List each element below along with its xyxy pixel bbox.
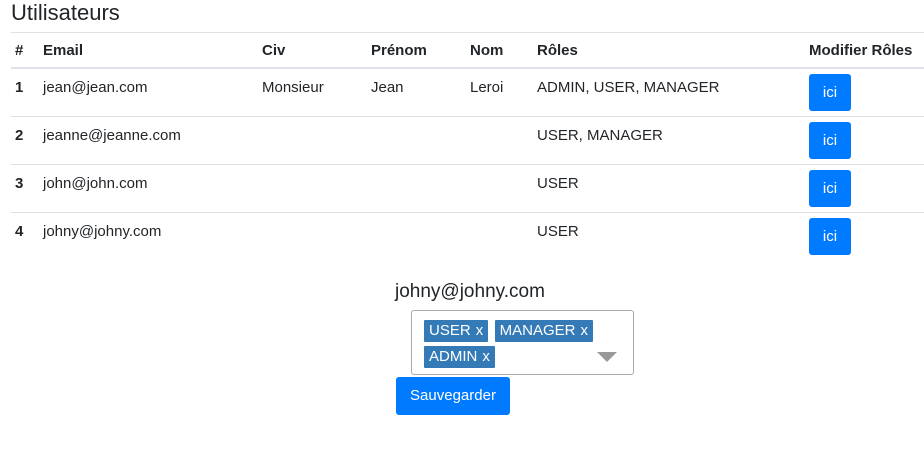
row-civ: Monsieur bbox=[258, 67, 367, 116]
edit-roles-button[interactable]: ici bbox=[809, 217, 851, 255]
row-roles: ADMIN, USER, MANAGER bbox=[533, 67, 805, 116]
row-email: jean@jean.com bbox=[39, 67, 258, 116]
row-civ bbox=[258, 211, 367, 260]
row-roles: USER bbox=[533, 211, 805, 260]
row-action-cell: ici bbox=[805, 115, 924, 164]
col-header-email: Email bbox=[39, 32, 258, 69]
row-index: 1 bbox=[11, 67, 39, 116]
col-header-prenom: Prénom bbox=[367, 32, 466, 69]
row-prenom bbox=[367, 211, 466, 260]
remove-tag-icon[interactable]: x bbox=[580, 322, 588, 339]
row-prenom: Jean bbox=[367, 67, 466, 116]
row-email: john@john.com bbox=[39, 163, 258, 212]
selected-user-email: johny@johny.com bbox=[395, 281, 545, 302]
users-table: # Email Civ Prénom Nom Rôles Modifier Rô… bbox=[11, 32, 924, 260]
row-index: 3 bbox=[11, 163, 39, 212]
table-row: 3 john@john.com USER ici bbox=[11, 163, 924, 212]
remove-tag-icon[interactable]: x bbox=[482, 348, 490, 365]
row-civ bbox=[258, 163, 367, 212]
row-nom bbox=[466, 163, 533, 212]
col-header-civ: Civ bbox=[258, 32, 367, 69]
row-index: 4 bbox=[11, 211, 39, 260]
row-index: 2 bbox=[11, 115, 39, 164]
col-header-index: # bbox=[11, 32, 39, 69]
row-nom: Leroi bbox=[466, 67, 533, 116]
col-header-roles: Rôles bbox=[533, 32, 805, 69]
row-action-cell: ici bbox=[805, 67, 924, 116]
table-row: 1 jean@jean.com Monsieur Jean Leroi ADMI… bbox=[11, 67, 924, 116]
edit-roles-button[interactable]: ici bbox=[809, 169, 851, 207]
row-email: johny@johny.com bbox=[39, 211, 258, 260]
row-nom bbox=[466, 115, 533, 164]
row-civ bbox=[258, 115, 367, 164]
row-action-cell: ici bbox=[805, 163, 924, 212]
col-header-modify-roles: Modifier Rôles bbox=[805, 32, 924, 69]
row-action-cell: ici bbox=[805, 211, 924, 260]
edit-roles-button[interactable]: ici bbox=[809, 121, 851, 159]
dropdown-arrow-icon[interactable] bbox=[597, 352, 617, 362]
role-tag-label: USER bbox=[429, 322, 471, 339]
role-tag-manager: MANAGER x bbox=[494, 320, 593, 342]
save-button[interactable]: Sauvegarder bbox=[396, 377, 510, 415]
row-prenom bbox=[367, 163, 466, 212]
table-header-row: # Email Civ Prénom Nom Rôles Modifier Rô… bbox=[11, 32, 924, 69]
row-nom bbox=[466, 211, 533, 260]
remove-tag-icon[interactable]: x bbox=[476, 322, 484, 339]
role-tag-label: ADMIN bbox=[429, 348, 478, 365]
role-tag-admin: ADMIN x bbox=[424, 346, 495, 368]
roles-multi-select[interactable]: USER x MANAGER x ADMIN x bbox=[411, 310, 634, 375]
role-tag-label: MANAGER bbox=[499, 322, 576, 339]
row-email: jeanne@jeanne.com bbox=[39, 115, 258, 164]
page-title: Utilisateurs bbox=[11, 0, 120, 25]
row-roles: USER, MANAGER bbox=[533, 115, 805, 164]
col-header-nom: Nom bbox=[466, 32, 533, 69]
row-prenom bbox=[367, 115, 466, 164]
table-row: 2 jeanne@jeanne.com USER, MANAGER ici bbox=[11, 115, 924, 164]
role-tag-user: USER x bbox=[424, 320, 489, 342]
row-roles: USER bbox=[533, 163, 805, 212]
edit-roles-button[interactable]: ici bbox=[809, 74, 851, 111]
table-row: 4 johny@johny.com USER ici bbox=[11, 211, 924, 260]
